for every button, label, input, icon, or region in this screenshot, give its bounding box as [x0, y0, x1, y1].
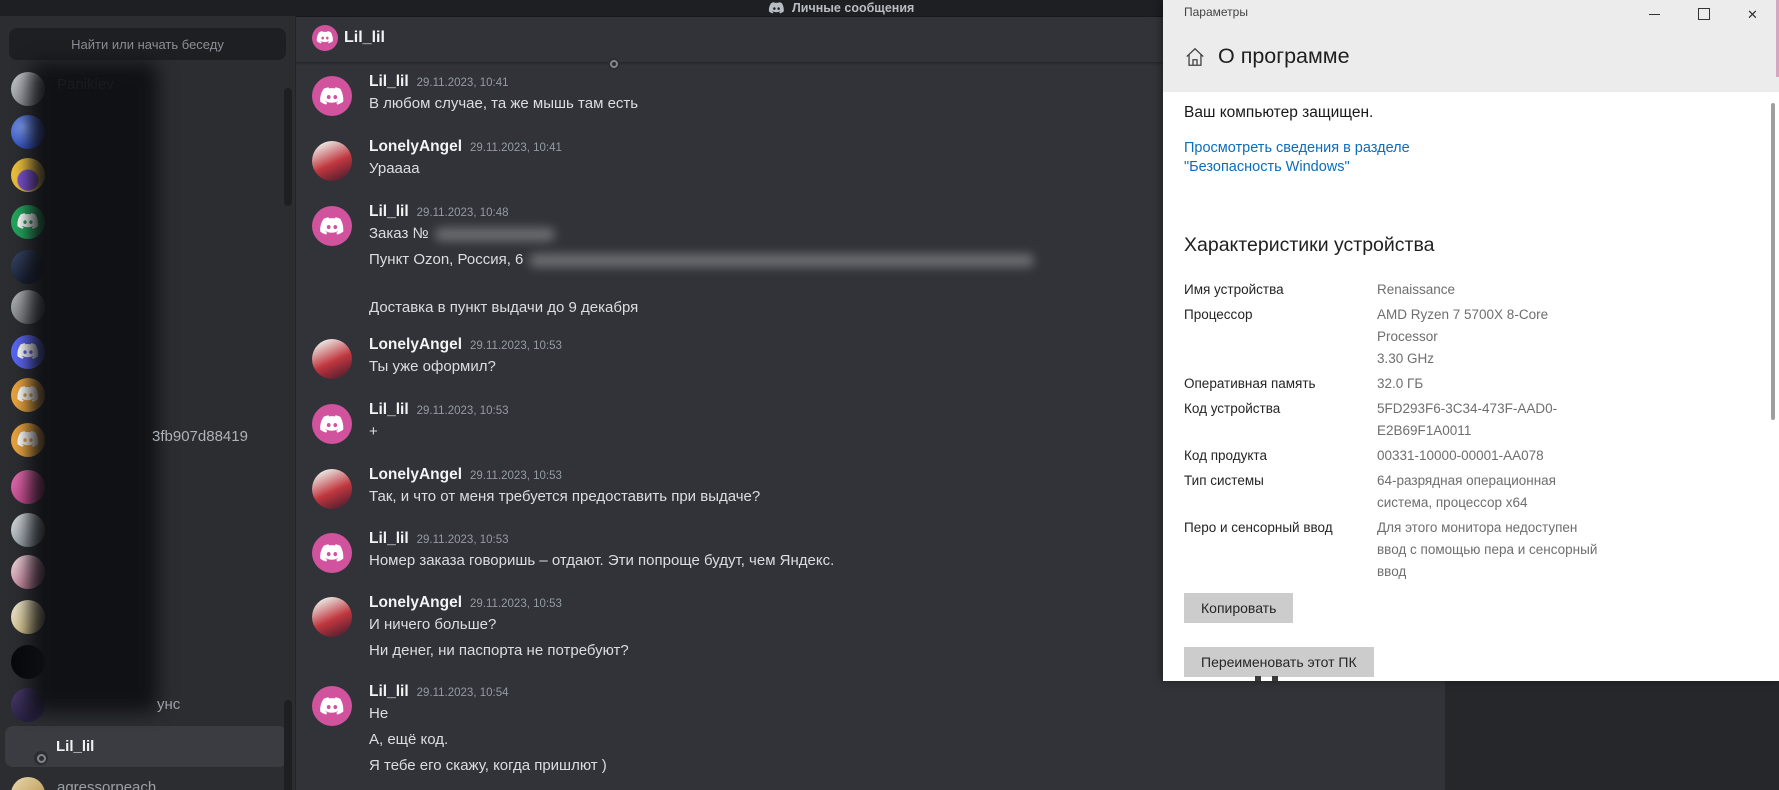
spec-label: Код продукта [1184, 445, 1377, 467]
offline-status-badge [34, 751, 48, 765]
spec-label: Код устройства [1184, 398, 1377, 442]
message-author[interactable]: LonelyAngel [369, 336, 462, 354]
spec-value: 00331-10000-00001-AA078 [1377, 445, 1609, 467]
device-specs-table: Имя устройства Renaissance Процессор AMD… [1184, 279, 1744, 583]
sidebar-item-username-fragment[interactable]: 3fb907d88419 [152, 428, 248, 445]
spec-row: Тип системы 64-разрядная операционная си… [1184, 470, 1744, 514]
message-author[interactable]: Lil_lil [369, 203, 409, 221]
security-status-text: Ваш компьютер защищен. [1184, 104, 1744, 122]
user-avatar[interactable] [312, 141, 352, 181]
message-timestamp: 29.11.2023, 10:53 [470, 340, 562, 352]
offline-status-badge [608, 58, 620, 70]
window-title: Параметры [1184, 5, 1248, 19]
sidebar-item-username-fragment[interactable]: унс [157, 696, 180, 713]
message-timestamp: 29.11.2023, 10:53 [470, 598, 562, 610]
message-timestamp: 29.11.2023, 10:53 [417, 534, 509, 546]
message-author[interactable]: Lil_lil [369, 401, 409, 419]
spec-value: 32.0 ГБ [1377, 373, 1609, 395]
rename-pc-button[interactable]: Переименовать этот ПК [1184, 647, 1374, 677]
close-button[interactable]: ✕ [1728, 0, 1777, 28]
settings-window: Параметры ✕ О программе Ваш компьютер за… [1163, 0, 1779, 681]
message-timestamp: 29.11.2023, 10:41 [470, 142, 562, 154]
redacted-order-number [435, 228, 555, 241]
spec-label: Имя устройства [1184, 279, 1377, 301]
redacted-address [529, 254, 1034, 267]
security-details-link[interactable]: Просмотреть сведения в разделе "Безопасн… [1184, 139, 1744, 177]
message-timestamp: 29.11.2023, 10:54 [417, 687, 509, 699]
page-title: О программе [1218, 44, 1350, 69]
user-avatar[interactable] [312, 597, 352, 637]
maximize-icon [1698, 8, 1710, 20]
spec-value: AMD Ryzen 7 5700X 8-Core Processor 3.30 … [1377, 304, 1609, 370]
home-icon[interactable] [1184, 46, 1206, 68]
spec-label: Оперативная память [1184, 373, 1377, 395]
dm-header: Личные сообщения [768, 0, 914, 16]
message-timestamp: 29.11.2023, 10:48 [417, 207, 509, 219]
user-avatar[interactable] [312, 206, 352, 246]
search-conversation-button[interactable]: Найти или начать беседу [9, 28, 286, 60]
copy-button[interactable]: Копировать [1184, 593, 1293, 623]
minimize-icon [1649, 14, 1660, 15]
settings-window-header: Параметры ✕ О программе [1163, 0, 1779, 92]
blurred-usernames-region [30, 62, 158, 712]
sidebar-divider [295, 16, 296, 790]
discord-dm-icon [768, 2, 785, 15]
spec-row: Имя устройства Renaissance [1184, 279, 1744, 301]
message-author[interactable]: LonelyAngel [369, 594, 462, 612]
message-timestamp: 29.11.2023, 10:53 [417, 405, 509, 417]
spec-value: Для этого монитора недоступен ввод с пом… [1377, 517, 1609, 583]
device-specs-title: Характеристики устройства [1184, 234, 1744, 257]
user-avatar[interactable] [312, 533, 352, 573]
spec-value: Renaissance [1377, 279, 1609, 301]
user-avatar[interactable] [312, 339, 352, 379]
dm-sidebar: Найти или начать беседу Panikiev 3fb907d… [0, 16, 295, 790]
dm-header-label: Личные сообщения [792, 1, 914, 15]
message-author[interactable]: LonelyAngel [369, 138, 462, 156]
sidebar-scrollbar-thumb[interactable] [284, 88, 292, 206]
spec-value: 5FD293F6-3C34-473F-AAD0- E2B69F1A0011 [1377, 398, 1609, 442]
spec-label: Тип системы [1184, 470, 1377, 514]
maximize-button[interactable] [1679, 0, 1728, 28]
spec-row: Код устройства 5FD293F6-3C34-473F-AAD0- … [1184, 398, 1744, 442]
user-avatar[interactable] [312, 686, 352, 726]
settings-content: Ваш компьютер защищен. Просмотреть сведе… [1184, 92, 1744, 677]
spec-row: Код продукта 00331-10000-00001-AA078 [1184, 445, 1744, 467]
settings-scrollbar-thumb[interactable] [1771, 103, 1775, 420]
user-avatar[interactable] [312, 76, 352, 116]
chat-header-avatar[interactable] [312, 25, 338, 51]
spec-label: Перо и сенсорный ввод [1184, 517, 1377, 583]
sidebar-item-lil-lil[interactable]: Lil_lil [56, 738, 94, 755]
cutoff-text-artifact [1272, 676, 1278, 681]
user-avatar[interactable] [312, 469, 352, 509]
spec-row: Оперативная память 32.0 ГБ [1184, 373, 1744, 395]
message-author[interactable]: Lil_lil [369, 73, 409, 91]
message-author[interactable]: Lil_lil [369, 530, 409, 548]
message-timestamp: 29.11.2023, 10:53 [470, 470, 562, 482]
user-avatar[interactable] [11, 777, 45, 790]
message-author[interactable]: LonelyAngel [369, 466, 462, 484]
spec-label: Процессор [1184, 304, 1377, 370]
sidebar-item-username[interactable]: agressorpeach [57, 779, 156, 790]
cutoff-text-artifact [1255, 676, 1261, 681]
spec-value: 64-разрядная операционная система, проце… [1377, 470, 1609, 514]
minimize-button[interactable] [1630, 0, 1679, 28]
sidebar-scrollbar-thumb[interactable] [284, 700, 292, 790]
close-icon: ✕ [1747, 8, 1758, 21]
spec-row: Перо и сенсорный ввод Для этого монитора… [1184, 517, 1744, 583]
chat-header-username[interactable]: Lil_lil [344, 29, 385, 47]
message-timestamp: 29.11.2023, 10:41 [417, 77, 509, 89]
desktop-screen: Личные сообщения Найти или начать беседу… [0, 0, 1779, 790]
spec-row: Процессор AMD Ryzen 7 5700X 8-Core Proce… [1184, 304, 1744, 370]
window-controls: ✕ [1630, 0, 1777, 28]
user-avatar[interactable] [312, 404, 352, 444]
message-author[interactable]: Lil_lil [369, 683, 409, 701]
